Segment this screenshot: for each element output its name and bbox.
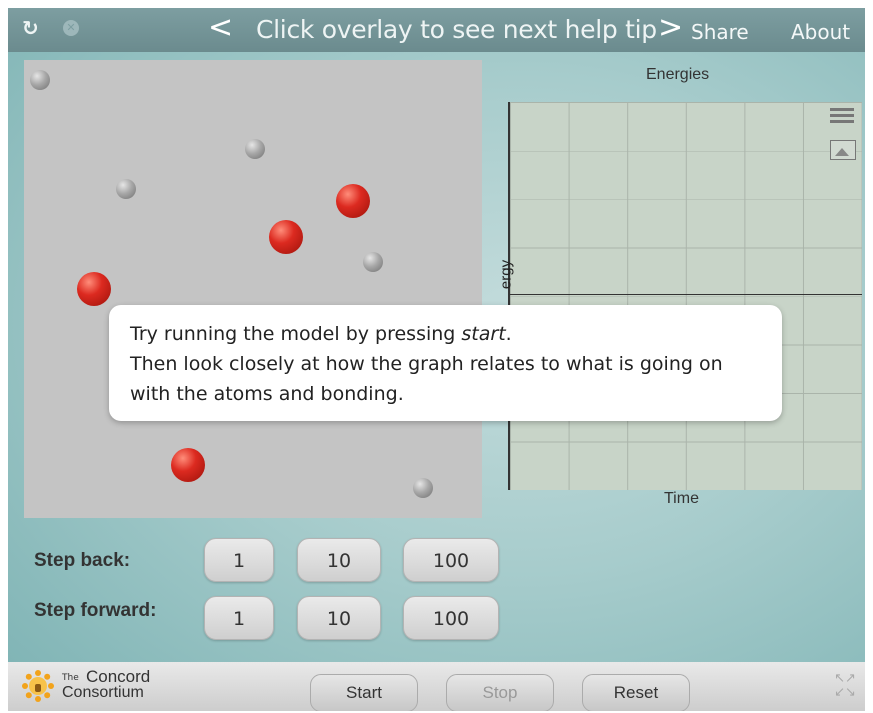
top-bar: ↻ ✕ < Click overlay to see next help tip… [8,8,865,52]
step-forward-1-button[interactable]: 1 [204,596,274,640]
list-icon[interactable] [830,108,854,130]
image-icon[interactable] [830,140,856,160]
help-tip-line: with the atoms and bonding. [130,383,404,405]
small-atom [30,70,50,90]
help-tip-overlay[interactable]: Try running the model by pressing start.… [109,305,782,421]
logo-text: Consortium [62,684,144,701]
share-link[interactable]: Share [691,20,749,44]
step-back-1-button[interactable]: 1 [204,538,274,582]
graph-y-axis-label: ergy [497,259,515,290]
small-atom [245,139,265,159]
step-forward-100-button[interactable]: 100 [403,596,499,640]
large-atom [269,220,303,254]
small-atom [413,478,433,498]
energy-graph[interactable] [508,102,862,490]
step-back-100-button[interactable]: 100 [403,538,499,582]
reload-icon[interactable]: ↻ [22,16,39,40]
atom-model-view[interactable] [24,60,482,518]
help-tip-text: . [505,323,512,345]
help-tip-line: Try running the model by pressing start. [130,319,512,349]
interactive-app: ↻ ✕ < Click overlay to see next help tip… [8,8,865,711]
previous-tip-button[interactable]: < [208,10,233,46]
step-back-10-button[interactable]: 10 [297,538,381,582]
start-button[interactable]: Start [310,674,418,711]
large-atom [77,272,111,306]
small-atom [363,252,383,272]
stop-button[interactable]: Stop [446,674,554,711]
close-icon[interactable]: ✕ [63,20,79,36]
help-tip-text: Try running the model by pressing [130,323,462,345]
step-forward-10-button[interactable]: 10 [297,596,381,640]
fullscreen-icon[interactable]: ↖↗ ↙↘ [831,672,859,704]
graph-zero-line [510,294,862,295]
graph-title: Energies [646,66,710,83]
help-tip-emphasis: start [461,323,506,345]
step-forward-label: Step forward: [34,600,157,621]
reset-button[interactable]: Reset [582,674,690,711]
help-tip-line: Then look closely at how the graph relat… [130,353,723,375]
logo-text: The [62,673,79,683]
bottom-bar: The Concord Consortium Start Stop Reset … [8,662,865,711]
about-link[interactable]: About [791,20,850,44]
small-atom [116,179,136,199]
large-atom [336,184,370,218]
concord-logo-icon [22,670,54,702]
step-back-label: Step back: [34,550,131,571]
large-atom [171,448,205,482]
help-tip-title[interactable]: Click overlay to see next help tip [256,14,657,46]
next-tip-button[interactable]: > [658,10,683,46]
graph-x-axis-label: Time [664,490,699,507]
